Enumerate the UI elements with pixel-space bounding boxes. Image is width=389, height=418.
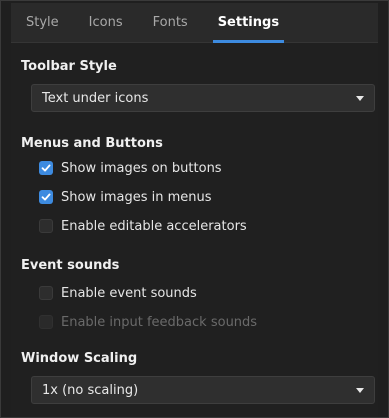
show-images-on-buttons-checkbox[interactable]: Show images on buttons bbox=[39, 158, 222, 178]
checkbox-unchecked-icon bbox=[39, 219, 53, 233]
tab-style[interactable]: Style bbox=[11, 3, 74, 42]
toolbar-style-dropdown[interactable]: Text under icons bbox=[31, 84, 375, 112]
chevron-down-icon bbox=[356, 95, 364, 101]
show-images-in-menus-checkbox[interactable]: Show images in menus bbox=[39, 187, 212, 207]
settings-panel: Toolbar Style Text under icons Menus and… bbox=[11, 43, 378, 417]
toolbar-style-value: Text under icons bbox=[42, 90, 149, 106]
chevron-down-icon bbox=[356, 387, 364, 393]
enable-input-feedback-sounds-checkbox: Enable input feedback sounds bbox=[39, 312, 257, 332]
event-sounds-heading: Event sounds bbox=[21, 258, 120, 273]
checkbox-unchecked-icon bbox=[39, 286, 53, 300]
tab-settings[interactable]: Settings bbox=[203, 3, 294, 43]
settings-window: Style Icons Fonts Settings Toolbar Style… bbox=[0, 0, 389, 418]
checkbox-checked-icon bbox=[39, 161, 53, 175]
checkbox-label: Enable editable accelerators bbox=[61, 218, 247, 234]
menus-buttons-heading: Menus and Buttons bbox=[21, 136, 163, 151]
enable-event-sounds-checkbox[interactable]: Enable event sounds bbox=[39, 283, 197, 303]
toolbar-style-heading: Toolbar Style bbox=[21, 59, 117, 74]
checkbox-checked-icon bbox=[39, 190, 53, 204]
checkbox-label: Enable input feedback sounds bbox=[61, 314, 258, 330]
tab-icons[interactable]: Icons bbox=[74, 3, 138, 42]
checkbox-label: Show images on buttons bbox=[61, 160, 222, 176]
window-scaling-dropdown[interactable]: 1x (no scaling) bbox=[31, 376, 375, 404]
tab-bar: Style Icons Fonts Settings bbox=[11, 3, 378, 43]
checkbox-label: Show images in menus bbox=[61, 189, 212, 205]
checkbox-label: Enable event sounds bbox=[61, 285, 197, 301]
tab-fonts[interactable]: Fonts bbox=[138, 3, 203, 42]
checkbox-disabled-icon bbox=[39, 315, 53, 329]
window-scaling-value: 1x (no scaling) bbox=[42, 382, 139, 398]
window-scaling-heading: Window Scaling bbox=[21, 351, 138, 366]
enable-editable-accelerators-checkbox[interactable]: Enable editable accelerators bbox=[39, 216, 247, 236]
